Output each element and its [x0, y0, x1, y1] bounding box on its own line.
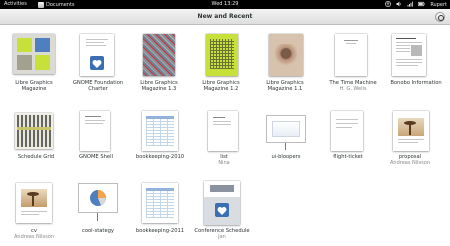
document-title: Bonobo Information	[390, 80, 442, 86]
top-bar: Activities Documents Wed 13:29 Rupert	[0, 0, 450, 9]
document-thumbnail	[204, 181, 240, 225]
document-thumbnail	[208, 111, 238, 151]
document-title: flight-ticket	[333, 154, 363, 160]
document-thumbnail	[142, 111, 178, 151]
network-icon[interactable]	[407, 1, 414, 9]
clock[interactable]: Wed 13:29	[0, 1, 450, 7]
battery-icon[interactable]	[418, 1, 425, 9]
document-thumbnail	[335, 34, 367, 76]
document-title-line2: Charter	[88, 86, 108, 92]
volume-icon[interactable]	[396, 1, 402, 9]
document-thumbnail	[392, 34, 426, 76]
accessibility-icon[interactable]	[385, 0, 392, 9]
document-thumbnail	[80, 111, 110, 151]
document-title: bookkeeping-2010	[135, 154, 185, 160]
document-grid: Libre Graphics Magazine GNOME Foundation…	[0, 25, 450, 246]
document-title: ui-bloopers	[271, 154, 301, 160]
heart-icon	[215, 203, 229, 217]
document-title-line2: Magazine 1.1	[267, 86, 303, 92]
document-thumbnail	[16, 183, 52, 223]
document-thumbnail	[143, 34, 175, 76]
presentation-pie-icon	[78, 183, 118, 213]
document-title: GNOME Shell	[78, 154, 114, 160]
document-author: Andreas Nilsson	[14, 234, 54, 240]
document-thumbnail	[206, 34, 238, 76]
document-thumbnail	[13, 34, 55, 74]
document-title: bookkeeping-2011	[135, 228, 185, 234]
document-title-line2: Magazine 1.3	[141, 86, 177, 92]
system-tray: Rupert	[385, 0, 447, 9]
document-title-line2: Magazine	[21, 86, 47, 92]
document-author: Nina	[218, 160, 230, 166]
document-title-line2: Magazine 1.2	[203, 86, 239, 92]
presentation-icon	[266, 115, 306, 143]
document-title: cool-stategy	[81, 228, 115, 234]
document-title: Schedule Grid	[17, 154, 55, 160]
document-thumbnail	[393, 111, 429, 151]
document-author: Andreas Nilsson	[390, 160, 430, 166]
user-menu[interactable]: Rupert	[430, 2, 447, 8]
selection-icon[interactable]	[435, 12, 445, 22]
document-thumbnail	[80, 34, 114, 76]
heart-icon	[90, 56, 104, 70]
document-thumbnail	[331, 111, 363, 151]
document-thumbnail	[142, 183, 178, 223]
document-thumbnail	[269, 34, 303, 76]
document-thumbnail	[15, 113, 53, 149]
view-title: New and Recent	[197, 13, 253, 20]
document-author: H. G. Wells	[339, 86, 367, 92]
document-author: Jan	[218, 234, 226, 240]
header-bar: New and Recent	[0, 9, 450, 25]
